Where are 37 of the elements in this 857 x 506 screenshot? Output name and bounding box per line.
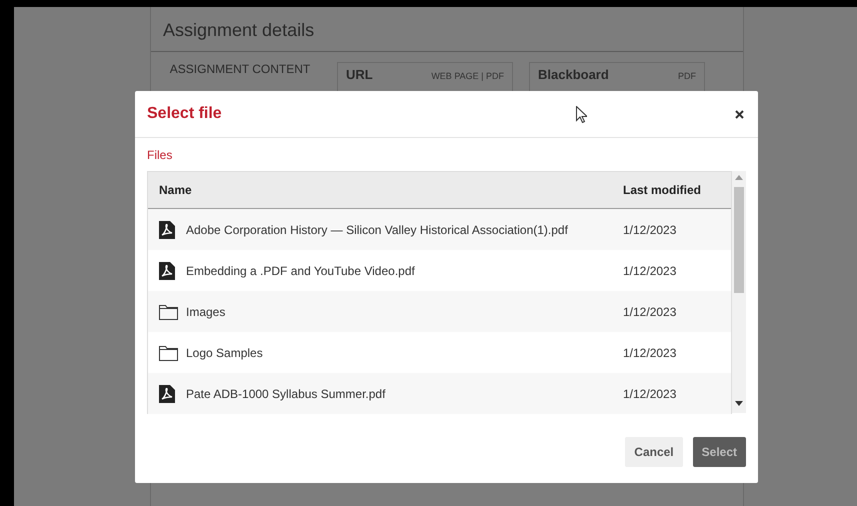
mouse-pointer-icon bbox=[576, 106, 587, 122]
file-name: Adobe Corporation History — Silicon Valley Historical Association(1).pdf bbox=[186, 222, 568, 236]
column-header: Name bbox=[159, 183, 192, 197]
cancel-button[interactable]: Cancel bbox=[625, 437, 683, 467]
file-name: Pate ADB-1000 Syllabus Summer.pdf bbox=[186, 386, 386, 400]
source-types: WEB PAGE | PDF bbox=[431, 71, 504, 81]
source-name: Blackboard bbox=[538, 67, 609, 82]
dialog-title: Select file bbox=[147, 105, 223, 123]
modified-date: 1/12/2023 bbox=[623, 386, 676, 400]
file-name: Logo Samples bbox=[186, 346, 263, 360]
modified-date: 1/12/2023 bbox=[623, 264, 676, 278]
modified-date: 1/12/2023 bbox=[623, 222, 676, 236]
scrollbar-thumb[interactable] bbox=[734, 187, 744, 293]
scroll-down-icon[interactable] bbox=[735, 401, 743, 406]
file-row[interactable]: Adobe Corporation History — Silicon Valley Historical Association(1).pdf 1/12/2023 bbox=[148, 209, 731, 250]
file-row[interactable]: Images 1/12/2023 bbox=[148, 291, 731, 332]
modified-date: 1/12/2023 bbox=[623, 304, 676, 318]
source-types: PDF bbox=[678, 71, 696, 81]
scrollbar[interactable] bbox=[732, 171, 746, 413]
source-name: URL bbox=[346, 67, 373, 82]
file-row[interactable]: Pate ADB-1000 Syllabus Summer.pdf 1/12/2023 bbox=[148, 373, 731, 414]
card-title: Assignment details bbox=[151, 7, 743, 52]
pdf-file-icon bbox=[159, 220, 175, 238]
scroll-up-icon[interactable] bbox=[735, 175, 743, 180]
file-row[interactable]: Embedding a .PDF and YouTube Video.pdf 1/12/2023 bbox=[148, 250, 731, 291]
pdf-file-icon bbox=[159, 262, 175, 280]
modified-date: 1/12/2023 bbox=[623, 346, 676, 360]
breadcrumb-link[interactable]: Files bbox=[147, 148, 172, 162]
pdf-file-icon bbox=[159, 384, 175, 402]
folder-icon bbox=[159, 304, 178, 320]
close-button[interactable] bbox=[733, 108, 746, 120]
file-name: Images bbox=[186, 304, 226, 318]
section-label: ASSIGNMENT CONTENT bbox=[168, 62, 312, 78]
column-header: Last modified bbox=[623, 183, 702, 197]
file-row[interactable]: Logo Samples 1/12/2023 bbox=[148, 332, 731, 373]
file-name: Embedding a .PDF and YouTube Video.pdf bbox=[186, 264, 415, 278]
folder-icon bbox=[159, 344, 178, 360]
